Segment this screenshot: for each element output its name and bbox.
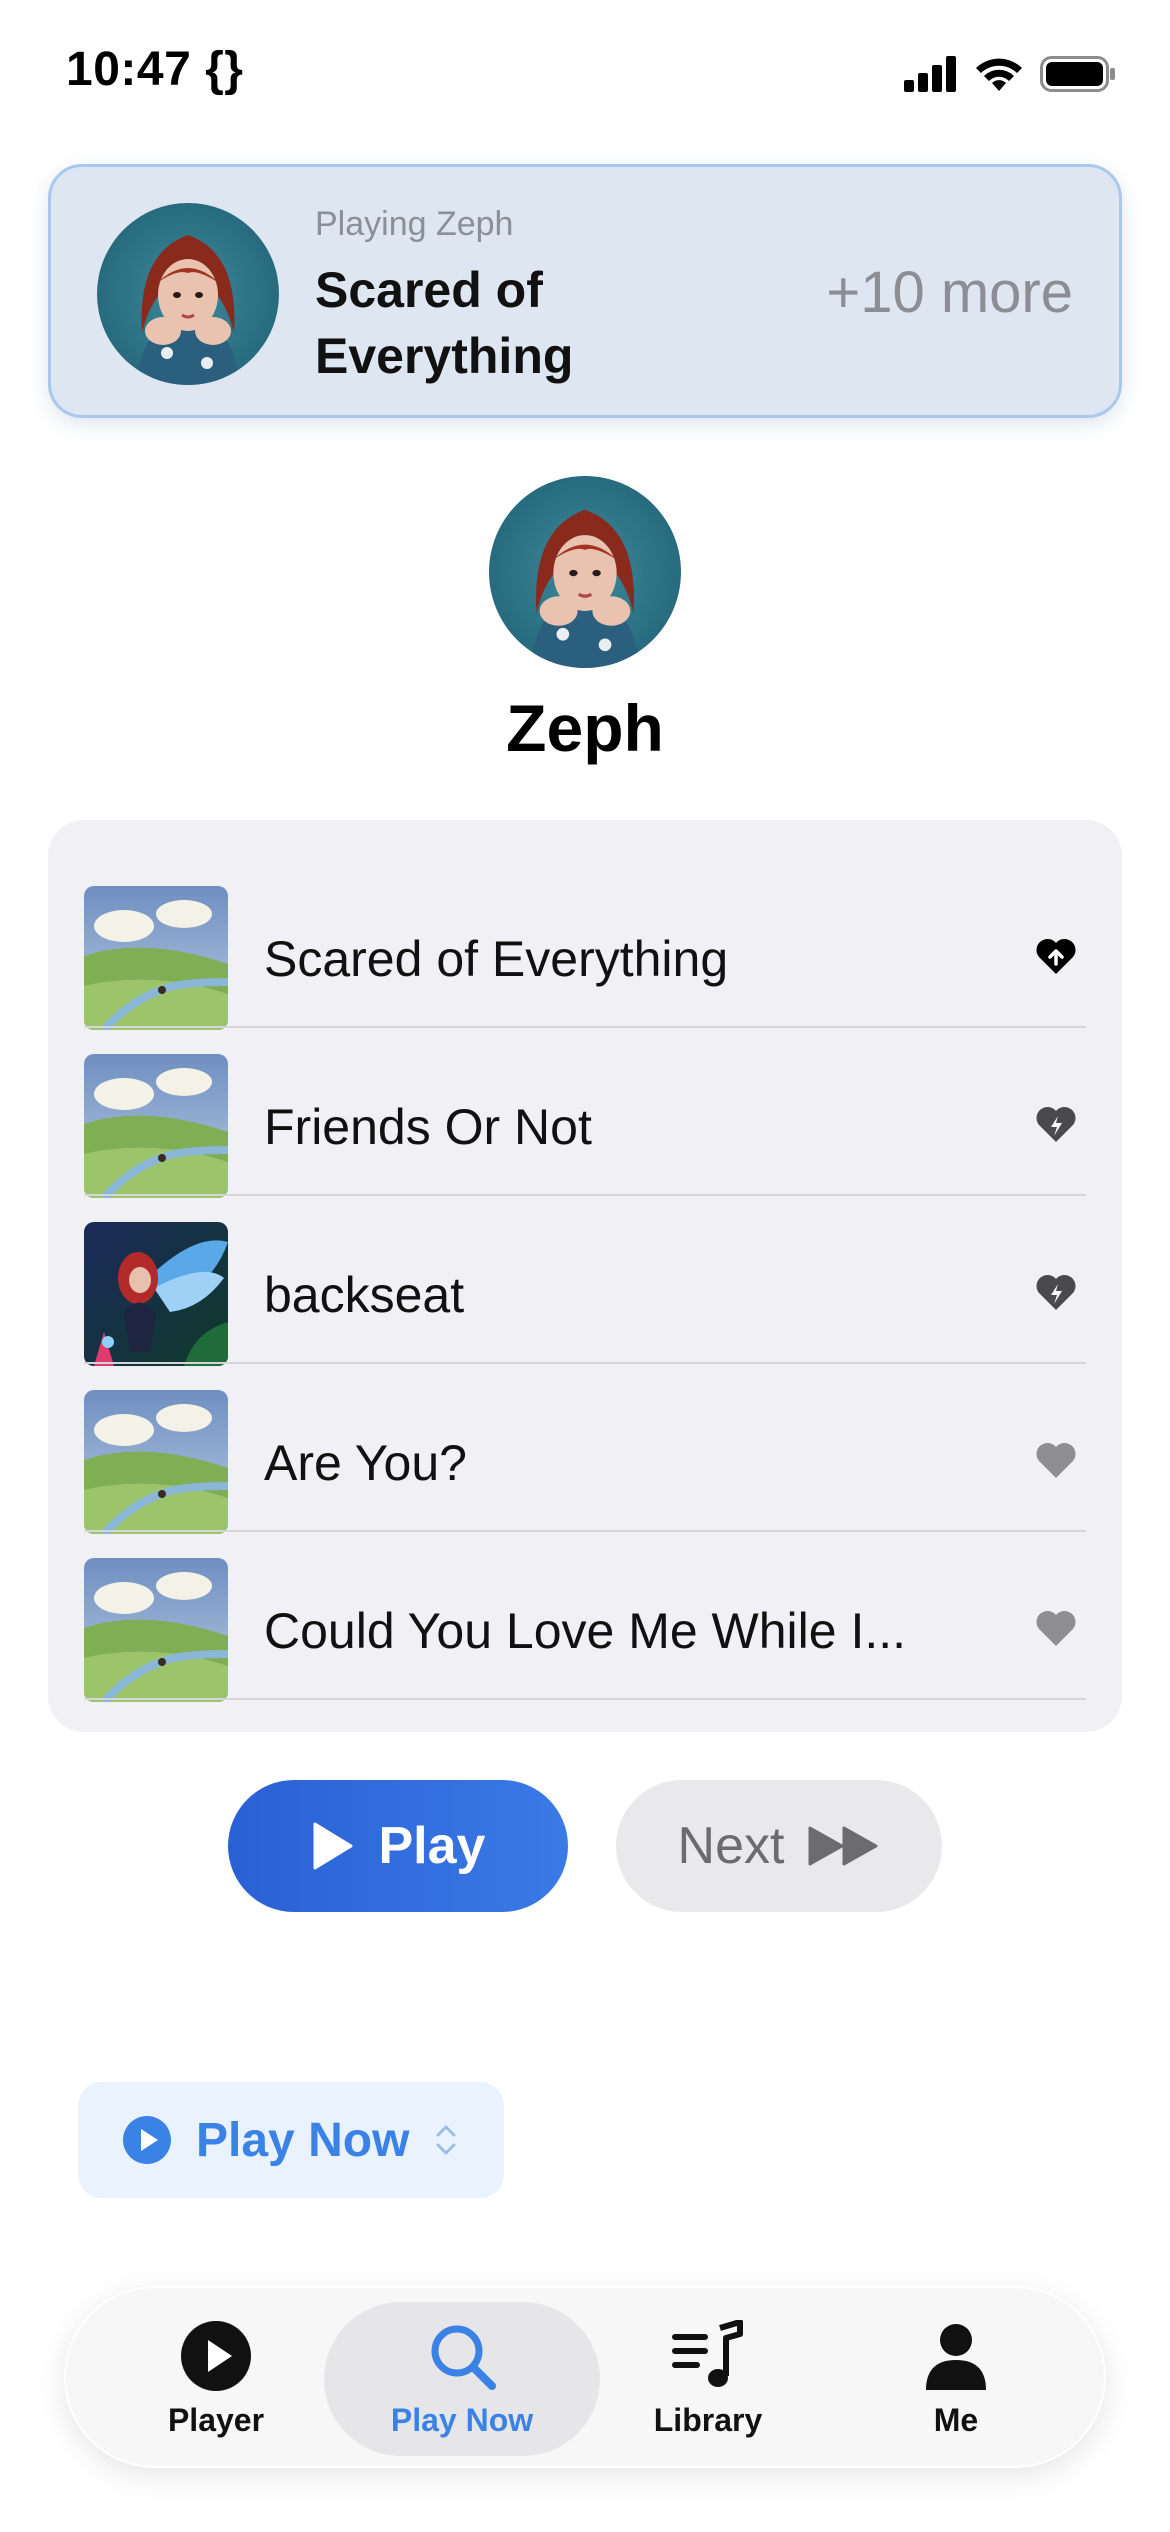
banner-song-title: Scared of Everything <box>315 262 574 384</box>
tab-label: Player <box>167 2401 265 2438</box>
banner-more-count: +10 more <box>826 260 1073 325</box>
heart-upload-icon[interactable] <box>1034 934 1078 978</box>
status-bar: 10:47 {} <box>0 0 1170 150</box>
tab-player[interactable]: Player <box>78 2302 354 2456</box>
artist-avatar-small <box>97 203 279 385</box>
play-circle-icon <box>181 2320 251 2391</box>
banner-subtitle: Playing Zeph <box>315 205 514 243</box>
wifi-icon <box>976 58 1022 91</box>
song-title: backseat <box>264 1267 465 1323</box>
heart-icon[interactable] <box>1034 1438 1078 1482</box>
song-title: Friends Or Not <box>264 1099 592 1155</box>
status-icons <box>904 52 1116 96</box>
song-list[interactable]: Scared of Everything Friends Or Not back… <box>48 820 1122 1732</box>
status-time: 10:47 {} <box>66 43 244 96</box>
tab-bar: Player Play Now Library Me <box>64 2286 1106 2468</box>
album-art-angel <box>84 1222 228 1366</box>
album-art-meadow <box>84 1558 228 1702</box>
row-divider <box>84 1698 1086 1700</box>
battery-icon <box>1040 56 1115 92</box>
song-row[interactable]: Could You Love Me While I... <box>84 1532 1086 1702</box>
play-now-label: Play Now <box>196 2113 410 2167</box>
heart-bolt-icon[interactable] <box>1034 1102 1078 1146</box>
person-icon <box>926 2323 986 2390</box>
song-row[interactable]: Scared of Everything <box>84 860 1086 1030</box>
song-title: Scared of Everything <box>264 931 729 987</box>
song-row[interactable]: Are You? <box>84 1364 1086 1534</box>
library-music-icon <box>672 2319 743 2387</box>
play-now-selector[interactable]: Play Now <box>78 2082 504 2198</box>
album-art-meadow <box>84 1390 228 1534</box>
song-row[interactable]: Friends Or Not <box>84 1028 1086 1198</box>
heart-icon[interactable] <box>1034 1606 1078 1650</box>
play-circle-icon <box>123 2116 171 2164</box>
chevron-up-down-icon <box>436 2125 456 2155</box>
play-button[interactable]: Play <box>228 1780 568 1912</box>
artist-avatar <box>489 476 681 668</box>
song-row[interactable]: backseat <box>84 1196 1086 1366</box>
cellular-signal-icon <box>904 56 956 92</box>
search-icon <box>431 2325 496 2390</box>
next-button-label: Next <box>677 1817 785 1875</box>
play-icon <box>313 1822 352 1870</box>
album-art-meadow <box>84 886 228 1030</box>
tab-label: Me <box>933 2401 979 2438</box>
tab-label: Play Now <box>390 2401 534 2438</box>
artist-name: Zeph <box>506 691 664 765</box>
fast-forward-icon <box>808 1826 878 1866</box>
play-button-label: Play <box>378 1817 486 1875</box>
tab-me[interactable]: Me <box>818 2302 1094 2456</box>
tab-label: Library <box>653 2401 763 2438</box>
tab-play-now[interactable]: Play Now <box>324 2302 600 2456</box>
heart-bolt-icon[interactable] <box>1034 1270 1078 1314</box>
album-art-meadow <box>84 1054 228 1198</box>
next-button[interactable]: Next <box>616 1780 942 1912</box>
tab-library[interactable]: Library <box>570 2302 846 2456</box>
song-title: Could You Love Me While I... <box>264 1603 907 1659</box>
now-playing-banner[interactable]: Playing Zeph Scared of Everything +10 mo… <box>48 164 1122 418</box>
song-title: Are You? <box>264 1435 467 1491</box>
